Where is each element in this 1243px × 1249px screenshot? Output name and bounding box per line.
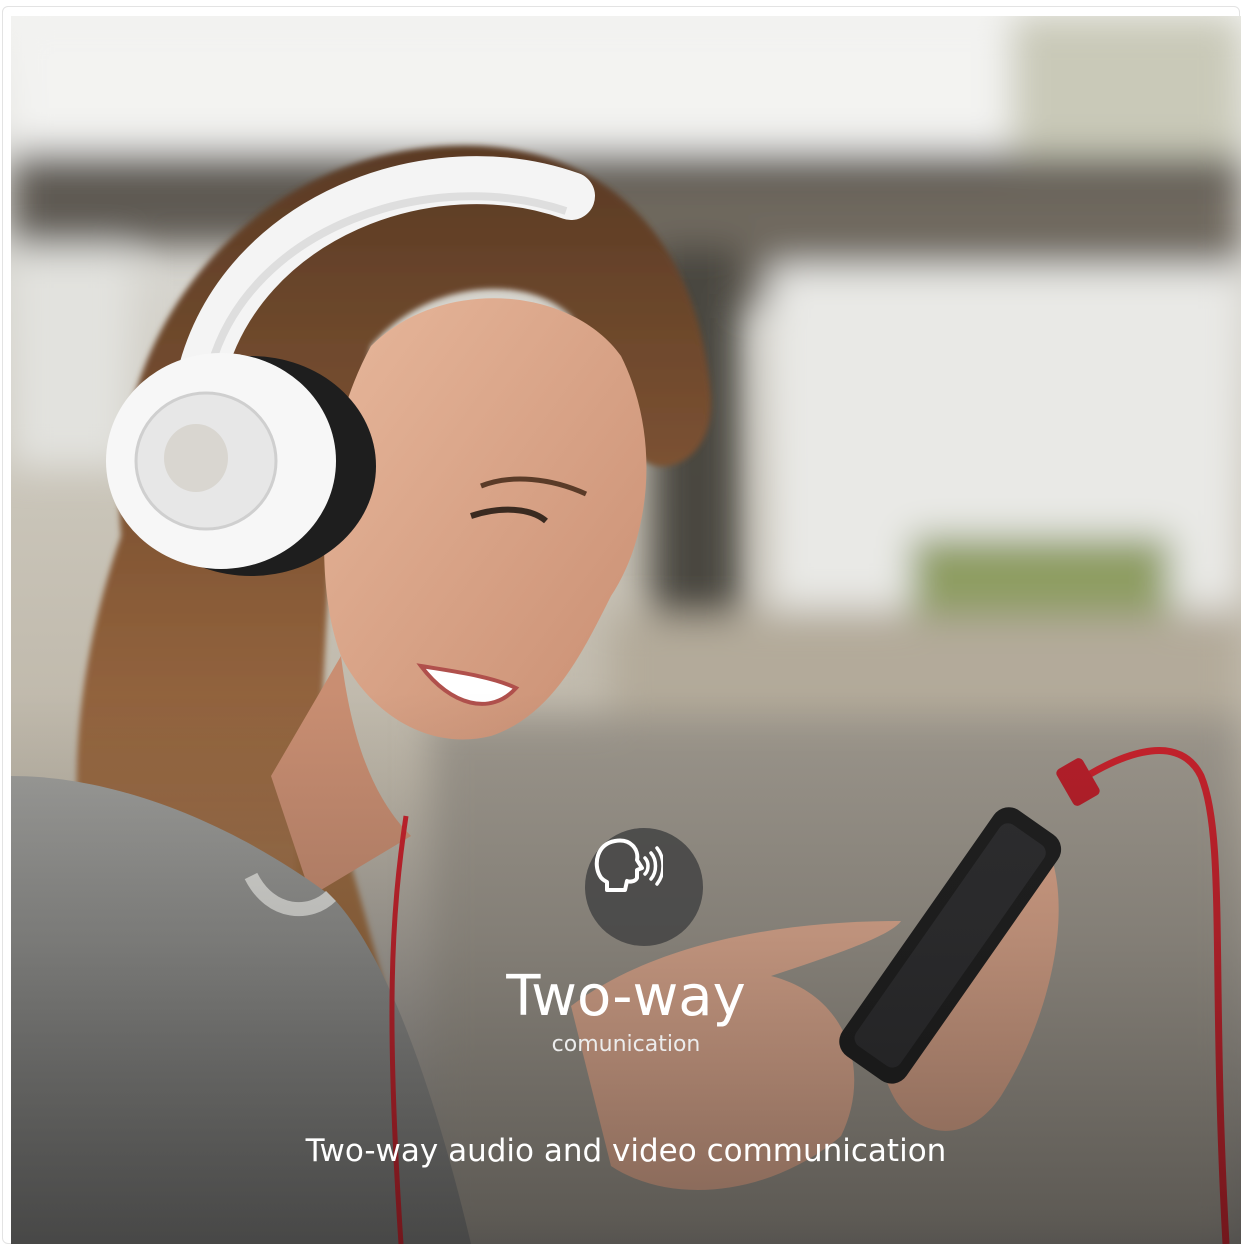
feature-caption: Two-way audio and video communication (305, 1133, 947, 1169)
feature-subtitle: comunication (551, 1032, 701, 1057)
feature-icon-badge (585, 828, 703, 946)
product-photo: Two-way comunication Two-way audio and v… (11, 16, 1241, 1244)
feature-title: Two-way (506, 964, 746, 1029)
speaking-head-icon (594, 838, 663, 892)
